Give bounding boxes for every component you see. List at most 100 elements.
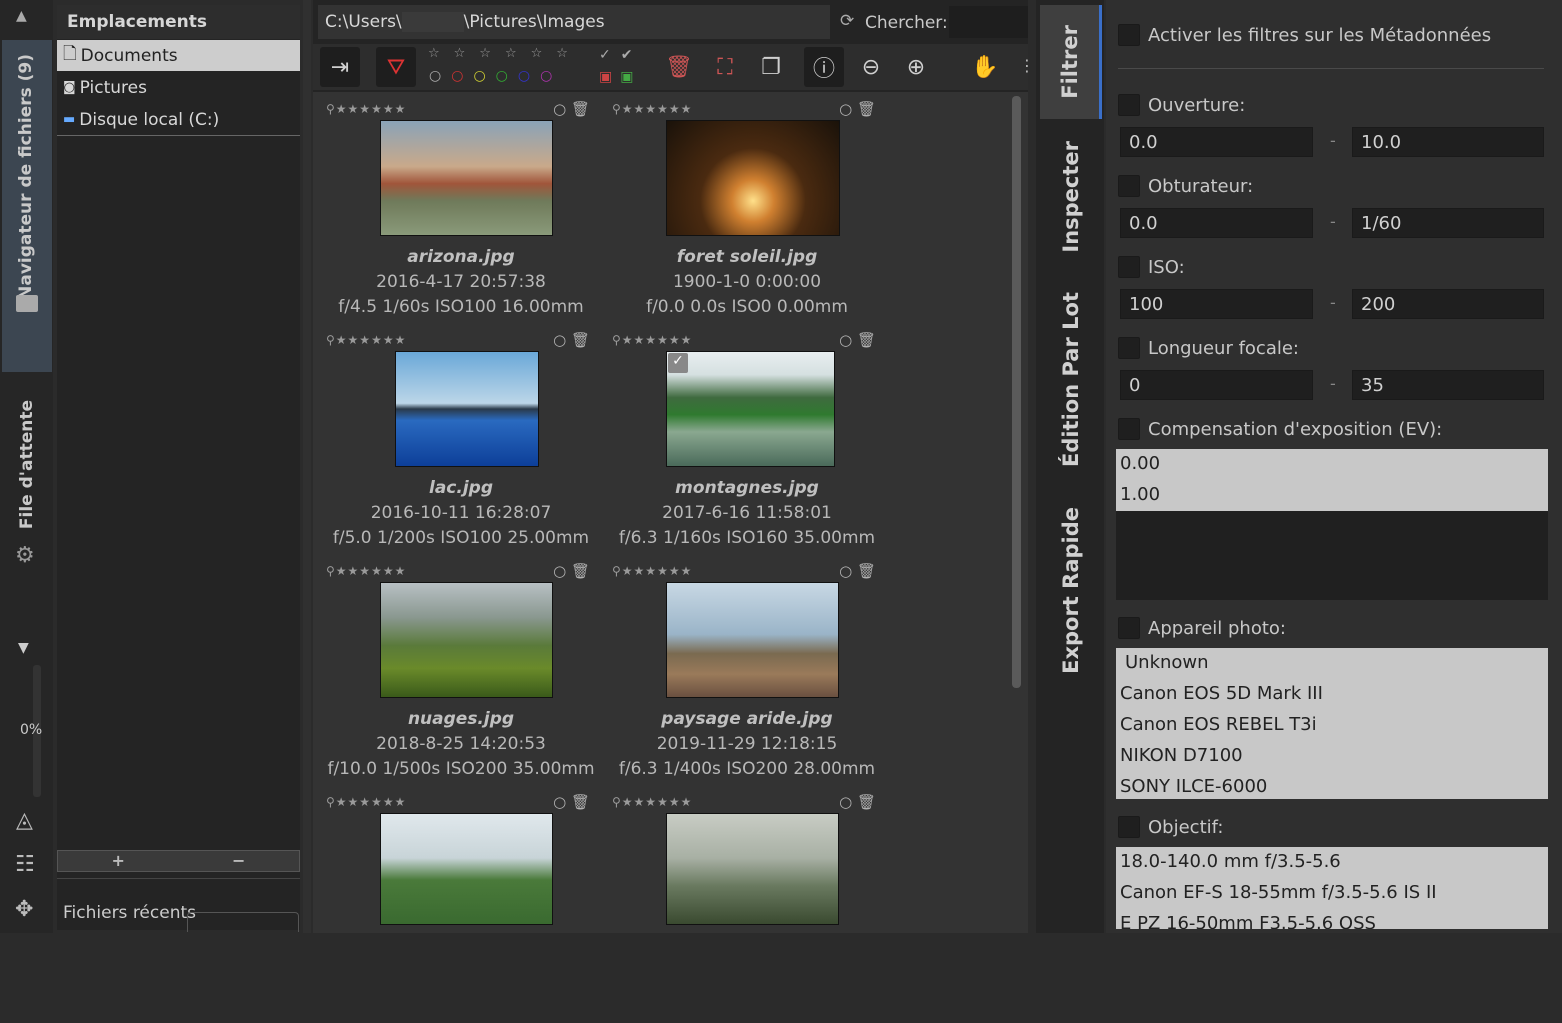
pan-button[interactable]: ✋ bbox=[965, 47, 1005, 87]
shutter-max-field[interactable]: 1/60 bbox=[1352, 208, 1544, 238]
select-and-trash-icon[interactable]: ○ 🗑 bbox=[553, 331, 590, 349]
lens-list[interactable]: 18.0-140.0 mm f/3.5-5.6 Canon EF-S 18-55… bbox=[1116, 847, 1548, 929]
rating-stars[interactable]: ⚲★★★★★★ bbox=[612, 333, 692, 347]
rating-filter-stars[interactable]: ☆☆☆☆☆☆ bbox=[428, 46, 588, 61]
thumbnail-item[interactable]: ⚲★★★★★★ ○ 🗑 bbox=[604, 793, 890, 1023]
aperture-max-field[interactable]: 10.0 bbox=[1352, 127, 1544, 157]
show-trash-button[interactable]: ⛶ bbox=[705, 47, 745, 87]
rating-stars[interactable]: ⚲★★★★★★ bbox=[326, 564, 406, 578]
thumbnail-image[interactable] bbox=[395, 351, 539, 467]
metadata-filter-checkbox[interactable] bbox=[1118, 24, 1140, 46]
place-pictures[interactable]: ◙ Pictures bbox=[57, 72, 300, 103]
focal-checkbox[interactable] bbox=[1118, 337, 1140, 359]
rating-stars[interactable]: ⚲★★★★★★ bbox=[326, 333, 406, 347]
original-button[interactable]: ❐ bbox=[751, 47, 791, 87]
list-item[interactable]: Canon EF-S 18-55mm f/3.5-5.6 IS II bbox=[1116, 878, 1548, 909]
rating-stars[interactable]: ⚲★★★★★★ bbox=[612, 102, 692, 116]
tab-quick-export[interactable]: Export Rapide bbox=[1040, 498, 1102, 682]
tab-inspect[interactable]: Inspecter bbox=[1040, 124, 1102, 270]
lens-checkbox[interactable] bbox=[1118, 816, 1140, 838]
select-and-trash-icon[interactable]: ○ 🗑 bbox=[553, 100, 590, 118]
tab-batch[interactable]: Édition Par Lot bbox=[1040, 285, 1102, 475]
pane-separator[interactable] bbox=[303, 0, 311, 933]
select-and-trash-icon[interactable]: ○ 🗑 bbox=[839, 562, 876, 580]
place-documents[interactable]: 🗋 Documents bbox=[57, 40, 300, 71]
iso-min-field[interactable]: 100 bbox=[1120, 289, 1313, 319]
path-field[interactable]: C:\Users\ \Pictures\Images bbox=[318, 5, 830, 39]
thumbnail-item[interactable]: ⚲★★★★★★ ○ 🗑 paysage aride.jpg 2019-11-29 12… bbox=[604, 562, 890, 792]
more-icon[interactable]: ⋮ bbox=[1019, 56, 1035, 75]
info-button[interactable]: ⓘ bbox=[804, 47, 844, 87]
ev-checkbox[interactable] bbox=[1118, 418, 1140, 440]
list-item[interactable]: Canon EOS 5D Mark III bbox=[1116, 679, 1548, 710]
trash-filter-button[interactable]: 🗑 bbox=[659, 47, 699, 87]
thumbnail-image[interactable] bbox=[380, 813, 553, 925]
iso-max-field[interactable]: 200 bbox=[1352, 289, 1544, 319]
focal-min-field[interactable]: 0 bbox=[1120, 370, 1313, 400]
gears-icon[interactable]: ⚙ bbox=[15, 543, 35, 568]
list-item[interactable]: 1.00 bbox=[1116, 480, 1548, 511]
list-item[interactable]: Canon EOS REBEL T3i bbox=[1116, 710, 1548, 741]
thumbnail-image[interactable] bbox=[380, 120, 553, 236]
thumbnail-image[interactable] bbox=[666, 120, 840, 236]
thumbnail-item[interactable]: ⚲★★★★★★ ○ 🗑 arizona.jpg 2016-4-17 20:57:38 f… bbox=[318, 100, 604, 330]
recent-files-label[interactable]: Fichiers récents bbox=[63, 903, 196, 923]
aperture-min-field[interactable]: 0.0 bbox=[1120, 127, 1313, 157]
recent-files-combo[interactable] bbox=[187, 912, 299, 932]
color-label-filter[interactable]: ○○○○○○ bbox=[429, 68, 589, 84]
select-and-trash-icon[interactable]: ○ 🗑 bbox=[553, 562, 590, 580]
clear-filters-button[interactable]: ⛛ bbox=[376, 47, 416, 87]
list-item[interactable]: Unknown bbox=[1116, 648, 1548, 679]
rating-stars[interactable]: ⚲★★★★★★ bbox=[326, 795, 406, 809]
select-and-trash-icon[interactable]: ○ 🗑 bbox=[839, 100, 876, 118]
list-item[interactable]: SONY ILCE-6000 bbox=[1116, 772, 1548, 803]
remove-place-button[interactable]: − bbox=[179, 851, 300, 871]
zoom-out-button[interactable]: ⊖ bbox=[851, 47, 891, 87]
thumbnail-item[interactable]: ⚲★★★★★★ ○ 🗑 montagnes.jpg 2017-6-16 11:58:0… bbox=[604, 331, 890, 561]
tab-filter[interactable]: Filtrer bbox=[1040, 5, 1102, 119]
tab-file-browser[interactable]: Navigateur de fichiers (9) bbox=[2, 40, 52, 372]
add-to-queue-icon[interactable]: ◬ bbox=[16, 808, 33, 833]
camera-list[interactable]: Unknown Canon EOS 5D Mark III Canon EOS … bbox=[1116, 648, 1548, 799]
shutter-min-field[interactable]: 0.0 bbox=[1120, 208, 1313, 238]
shutter-checkbox[interactable] bbox=[1118, 175, 1140, 197]
select-and-trash-icon[interactable]: ○ 🗑 bbox=[553, 793, 590, 811]
saved-filter-icons[interactable]: ▣▣ bbox=[599, 69, 641, 85]
camera-checkbox[interactable] bbox=[1118, 617, 1140, 639]
list-item[interactable]: 0.00 bbox=[1116, 449, 1548, 480]
select-and-trash-icon[interactable]: ○ 🗑 bbox=[839, 331, 876, 349]
edited-filter-icons[interactable]: ✓✔ bbox=[599, 47, 642, 63]
aperture-checkbox[interactable] bbox=[1118, 94, 1140, 116]
thumbnail-image[interactable] bbox=[666, 582, 839, 698]
rating-stars[interactable]: ⚲★★★★★★ bbox=[612, 795, 692, 809]
search-input[interactable] bbox=[949, 6, 1028, 38]
scrollbar[interactable] bbox=[1012, 96, 1021, 688]
rating-stars[interactable]: ⚲★★★★★★ bbox=[326, 102, 406, 116]
rating-stars[interactable]: ⚲★★★★★★ bbox=[612, 564, 692, 578]
list-item[interactable]: E PZ 16-50mm F3.5-5.6 OSS bbox=[1116, 909, 1548, 929]
list-item[interactable]: NIKON D7100 bbox=[1116, 741, 1548, 772]
thumbnail-image[interactable] bbox=[380, 582, 553, 698]
select-and-trash-icon[interactable]: ○ 🗑 bbox=[839, 793, 876, 811]
expand-down-icon[interactable]: ▼ bbox=[18, 640, 29, 656]
collapse-up-icon[interactable]: ▲ bbox=[16, 8, 27, 24]
refresh-icon[interactable]: ⟳ bbox=[840, 11, 854, 31]
thumbnail-item[interactable]: ⚲★★★★★★ ○ 🗑 lac.jpg 2016-10-11 16:28:07 f/5.… bbox=[318, 331, 604, 561]
place-drive[interactable]: ▬ Disque local (C:) bbox=[57, 104, 300, 135]
thumbnail-image[interactable] bbox=[666, 813, 839, 925]
focal-max-field[interactable]: 35 bbox=[1352, 370, 1544, 400]
zoom-in-button[interactable]: ⊕ bbox=[896, 47, 936, 87]
move-icon[interactable]: ✥ bbox=[15, 897, 33, 922]
list-item[interactable]: 18.0-140.0 mm f/3.5-5.6 bbox=[1116, 847, 1548, 878]
thumbnail-item[interactable]: ⚲★★★★★★ ○ 🗑 nuages.jpg 2018-8-25 14:20:53 f/… bbox=[318, 562, 604, 792]
ev-list[interactable]: 0.00 1.00 bbox=[1116, 449, 1548, 511]
thumbnail-image[interactable] bbox=[666, 351, 835, 467]
thumbnail-item[interactable]: ⚲★★★★★★ ○ 🗑 bbox=[318, 793, 604, 1023]
hide-panel-button[interactable]: ⇥ bbox=[320, 47, 360, 87]
sliders-icon[interactable]: ☷ bbox=[15, 852, 35, 877]
add-place-button[interactable]: + bbox=[58, 851, 179, 871]
tab-queue[interactable]: File d'attente bbox=[17, 400, 37, 529]
document-icon: 🗋 bbox=[63, 44, 77, 64]
thumbnail-item[interactable]: ⚲★★★★★★ ○ 🗑 foret soleil.jpg 1900-1-0 0:00:… bbox=[604, 100, 890, 330]
iso-checkbox[interactable] bbox=[1118, 256, 1140, 278]
